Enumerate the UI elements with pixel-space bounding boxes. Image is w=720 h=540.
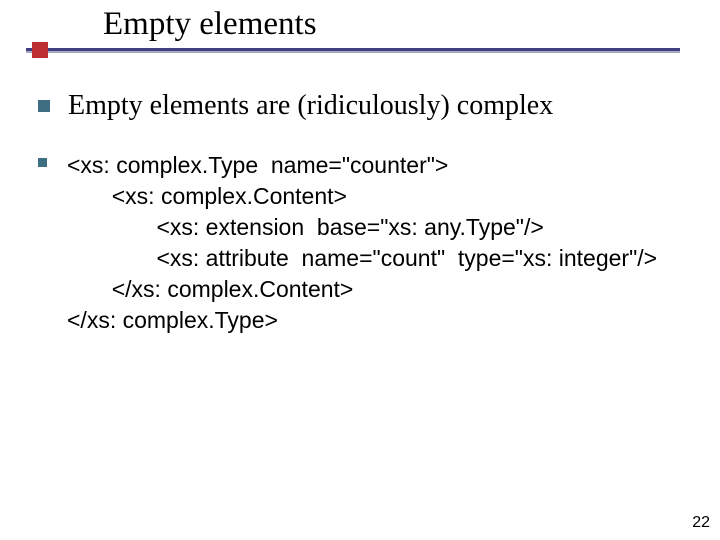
title-underline-shadow (26, 51, 680, 53)
title-accent-square (32, 42, 48, 58)
square-bullet-icon (38, 158, 47, 167)
slide-title: Empty elements (103, 6, 720, 43)
code-line: </xs: complex.Type> (67, 305, 657, 336)
square-bullet-icon (38, 100, 50, 112)
slide-body: Empty elements are (ridiculously) comple… (0, 64, 720, 336)
code-line: <xs: attribute name="count" type="xs: in… (67, 243, 657, 274)
slide-title-area: Empty elements (0, 0, 720, 64)
code-bullet-item: <xs: complex.Type name="counter"> <xs: c… (38, 150, 682, 336)
page-number: 22 (692, 514, 710, 532)
bullet-text: Empty elements are (ridiculously) comple… (68, 90, 553, 122)
code-line: <xs: extension base="xs: any.Type"/> (67, 212, 657, 243)
code-line: <xs: complex.Content> (67, 181, 657, 212)
bullet-item: Empty elements are (ridiculously) comple… (38, 90, 682, 122)
code-line: </xs: complex.Content> (67, 274, 657, 305)
code-line: <xs: complex.Type name="counter"> (67, 150, 657, 181)
code-block: <xs: complex.Type name="counter"> <xs: c… (67, 150, 657, 336)
